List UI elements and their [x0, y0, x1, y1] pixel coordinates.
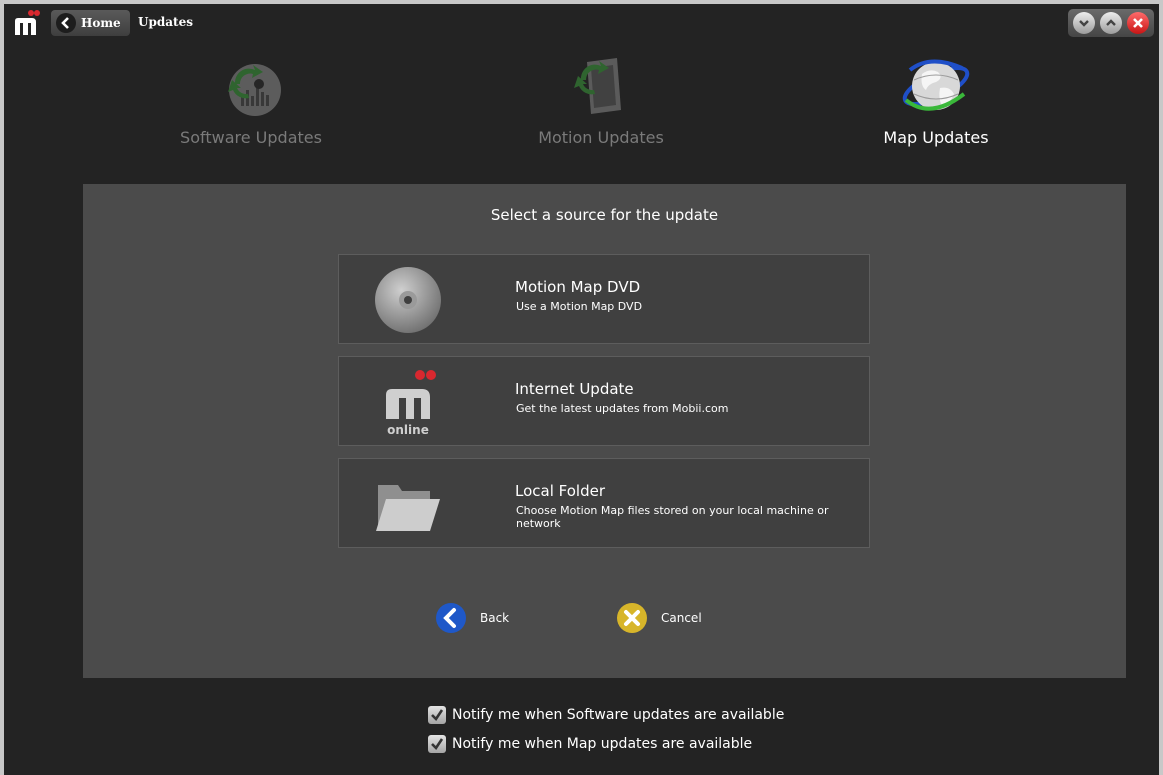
notify-software-checkbox[interactable]: Notify me when Software updates are avai…	[428, 706, 784, 724]
notify-software-label: Notify me when Software updates are avai…	[452, 707, 785, 723]
option-description: Use a Motion Map DVD	[516, 300, 643, 313]
close-icon[interactable]	[1126, 12, 1149, 34]
folder-icon	[376, 485, 440, 531]
panel-title: Select a source for the update	[490, 206, 719, 224]
software-updates-icon	[228, 64, 281, 116]
checkmark-icon[interactable]	[428, 735, 446, 753]
cancel-icon	[617, 603, 647, 633]
tab-software-updates[interactable]: Software Updates	[141, 50, 361, 160]
update-source-panel: Select a source for the update Motion Ma…	[83, 184, 1126, 678]
tab-label: Motion Updates	[538, 128, 664, 147]
option-title: Motion Map DVD	[515, 278, 641, 296]
online-text: online	[387, 423, 429, 437]
option-motion-map-dvd[interactable]: Motion Map DVD Use a Motion Map DVD	[338, 254, 870, 344]
app-window: Home Updates Software Updates Motion Upd…	[4, 4, 1159, 775]
option-title: Local Folder	[515, 482, 605, 500]
notify-map-label: Notify me when Map updates are available	[452, 736, 753, 752]
cancel-button[interactable]: Cancel	[616, 601, 702, 635]
breadcrumb: Updates	[138, 15, 193, 29]
back-chevron-icon	[56, 13, 76, 33]
option-title: Internet Update	[515, 380, 634, 398]
back-button[interactable]: Back	[435, 601, 509, 635]
maximize-icon[interactable]	[1099, 12, 1122, 34]
home-button[interactable]: Home	[51, 10, 130, 36]
cancel-label: Cancel	[661, 611, 702, 625]
tab-map-updates[interactable]: Map Updates	[826, 50, 1046, 160]
dvd-icon	[375, 267, 441, 333]
notify-map-checkbox[interactable]: Notify me when Map updates are available	[428, 735, 752, 753]
option-description: Choose Motion Map files stored on your l…	[516, 504, 829, 530]
tab-label: Map Updates	[883, 128, 989, 147]
title-bar: Home Updates	[4, 4, 1159, 42]
option-internet-update[interactable]: online Internet Update Get the latest up…	[338, 356, 870, 446]
app-logo	[15, 10, 40, 35]
motion-updates-icon	[574, 58, 621, 114]
option-description: Get the latest updates from Mobii.com	[516, 402, 729, 415]
tab-motion-updates[interactable]: Motion Updates	[491, 50, 711, 160]
mobii-online-icon: online	[386, 370, 436, 437]
window-controls	[1068, 9, 1154, 37]
checkmark-icon[interactable]	[428, 706, 446, 724]
back-icon	[436, 603, 466, 633]
minimize-icon[interactable]	[1073, 12, 1096, 34]
globe-icon	[902, 59, 970, 111]
home-label: Home	[81, 16, 121, 30]
option-local-folder[interactable]: Local Folder Choose Motion Map files sto…	[338, 458, 870, 548]
back-label: Back	[480, 611, 510, 625]
tab-label: Software Updates	[180, 128, 322, 147]
